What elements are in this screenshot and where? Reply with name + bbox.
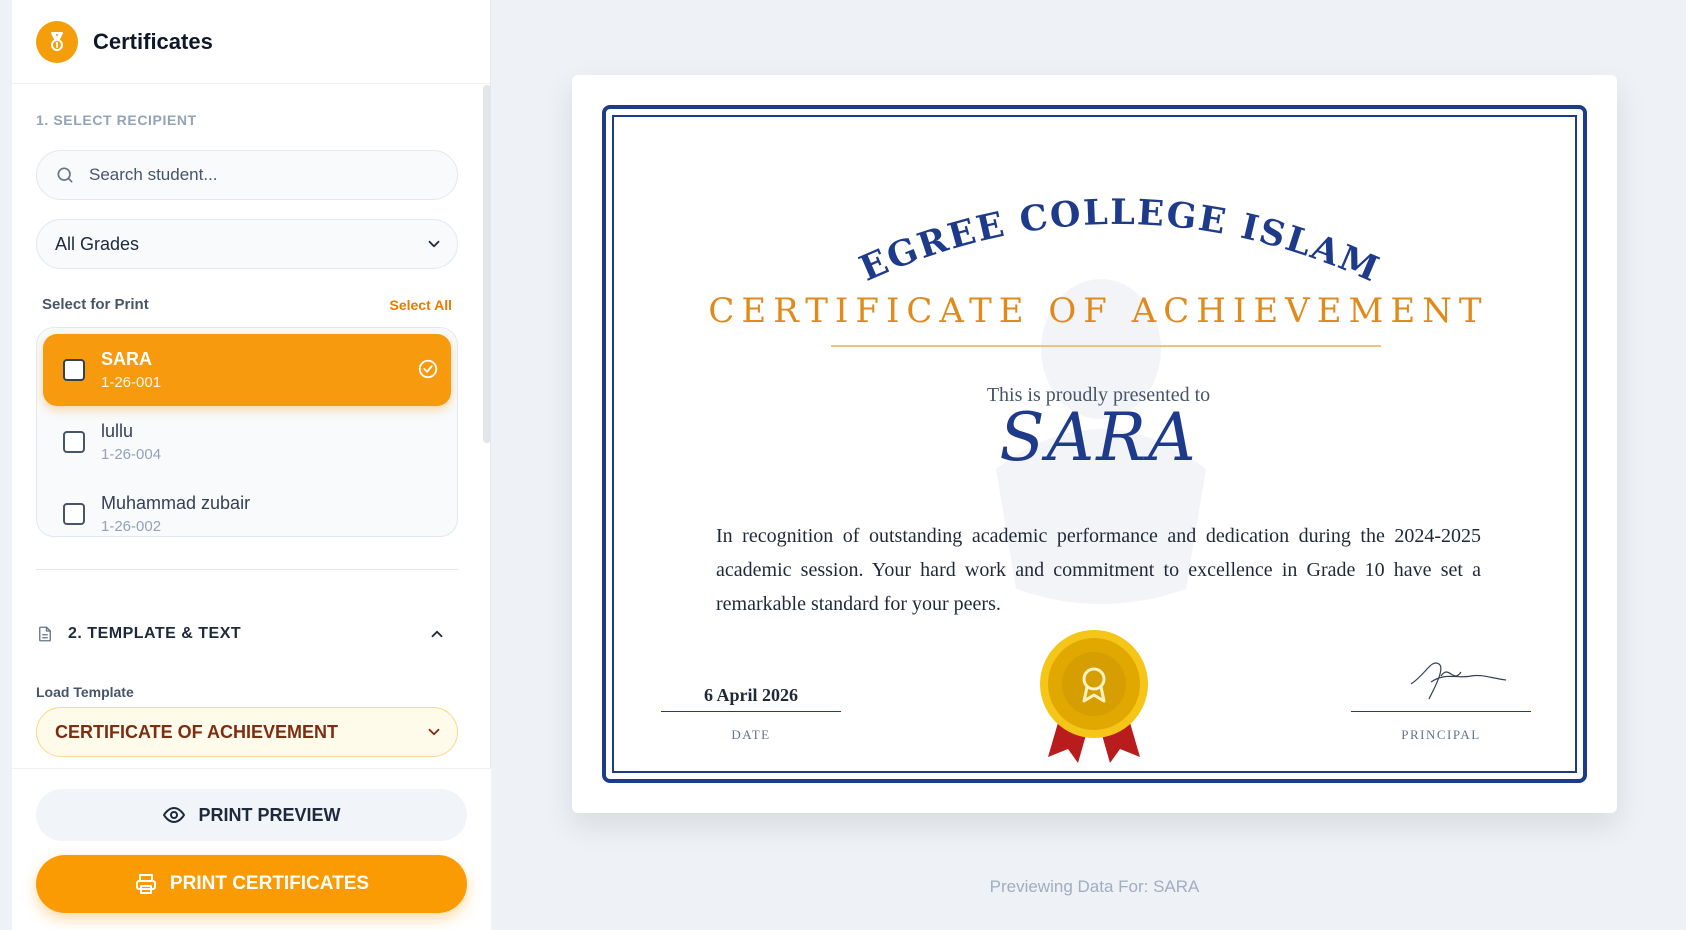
print-preview-button[interactable]: PRINT PREVIEW bbox=[36, 789, 467, 841]
student-name: SARA bbox=[101, 349, 153, 369]
college-name-arc: DEGREE COLLEGE ISLAMA bbox=[841, 174, 1386, 291]
select-for-print-row: Select for Print Select All bbox=[42, 296, 452, 313]
grade-filter-select[interactable]: All Grades bbox=[36, 219, 458, 269]
student-checkbox[interactable] bbox=[63, 503, 85, 525]
student-name: Muhammad zubair bbox=[101, 493, 251, 513]
preview-note: Previewing Data For: SARA bbox=[989, 877, 1200, 896]
chevron-down-icon bbox=[428, 728, 440, 736]
certificate-heading: CERTIFICATE OF ACHIEVEMENT bbox=[708, 291, 1489, 331]
print-certificates-button[interactable]: PRINT CERTIFICATES bbox=[36, 855, 467, 913]
student-checkbox[interactable] bbox=[63, 359, 85, 381]
chevron-down-icon bbox=[428, 240, 440, 248]
gold-seal-icon bbox=[1040, 630, 1148, 763]
document-icon bbox=[39, 626, 51, 642]
student-id: 1-26-001 bbox=[101, 374, 162, 391]
principal-label: PRINCIPAL bbox=[1401, 727, 1481, 742]
sidebar: Certificates 1. SELECT RECIPIENT All Gra… bbox=[12, 0, 491, 930]
select-for-print-label: Select for Print bbox=[42, 296, 149, 313]
sidebar-header: Certificates bbox=[12, 0, 490, 84]
scrollbar-thumb[interactable] bbox=[483, 85, 491, 443]
select-all-link[interactable]: Select All bbox=[389, 297, 452, 313]
certificate-border: DEGREE COLLEGE ISLAMA CERTIFICATE OF ACH… bbox=[602, 105, 1587, 783]
medal-icon bbox=[36, 20, 78, 63]
section-divider bbox=[36, 569, 458, 570]
list-item[interactable]: SARA 1-26-001 bbox=[43, 334, 451, 406]
chevron-up-icon[interactable] bbox=[428, 625, 446, 643]
sidebar-scrollbar[interactable] bbox=[483, 85, 491, 767]
eye-icon bbox=[163, 807, 186, 823]
student-list: SARA 1-26-001 lullu 1-26-004 Muhammad zu… bbox=[36, 327, 458, 537]
sidebar-footer: PRINT PREVIEW PRINT CERTIFICATES bbox=[12, 768, 491, 930]
print-preview-label: PRINT PREVIEW bbox=[198, 804, 341, 825]
date-label: DATE bbox=[731, 727, 771, 742]
sidebar-scroll-area: 1. SELECT RECIPIENT All Grades Select fo… bbox=[12, 85, 491, 767]
student-id: 1-26-002 bbox=[101, 518, 162, 535]
student-id: 1-26-004 bbox=[101, 446, 162, 463]
step1-label: 1. SELECT RECIPIENT bbox=[36, 112, 197, 128]
check-circle-icon bbox=[418, 359, 438, 379]
certificate-body-text: In recognition of outstanding academic p… bbox=[716, 525, 1481, 615]
sidebar-title: Certificates bbox=[93, 28, 213, 54]
template-section-header[interactable]: 2. TEMPLATE & TEXT bbox=[36, 621, 458, 647]
svg-text:DEGREE COLLEGE ISLAMA: DEGREE COLLEGE ISLAMA bbox=[841, 174, 1386, 291]
search-input[interactable] bbox=[89, 165, 429, 185]
student-checkbox[interactable] bbox=[63, 431, 85, 453]
student-name: lullu bbox=[101, 421, 134, 441]
search-box[interactable] bbox=[36, 150, 458, 200]
certificate-preview: DEGREE COLLEGE ISLAMA CERTIFICATE OF ACH… bbox=[572, 75, 1617, 813]
print-certificates-label: PRINT CERTIFICATES bbox=[169, 873, 370, 894]
date-line bbox=[661, 711, 841, 712]
template-select-value: CERTIFICATE OF ACHIEVEMENT bbox=[55, 721, 338, 742]
list-item[interactable]: lullu 1-26-004 bbox=[43, 406, 451, 478]
grade-filter-value: All Grades bbox=[55, 233, 140, 254]
printer-icon bbox=[135, 874, 156, 894]
recipient-name: SARA bbox=[999, 399, 1198, 476]
heading-rule bbox=[831, 345, 1381, 347]
load-template-label: Load Template bbox=[36, 684, 134, 700]
principal-signature-icon bbox=[1410, 662, 1507, 700]
search-icon bbox=[57, 167, 73, 183]
certificate-date: 6 April 2026 bbox=[703, 685, 798, 705]
template-select[interactable]: CERTIFICATE OF ACHIEVEMENT bbox=[36, 707, 458, 757]
step2-label: 2. TEMPLATE & TEXT bbox=[68, 625, 242, 642]
list-item[interactable]: Muhammad zubair 1-26-002 bbox=[43, 478, 451, 536]
principal-line bbox=[1351, 711, 1531, 712]
